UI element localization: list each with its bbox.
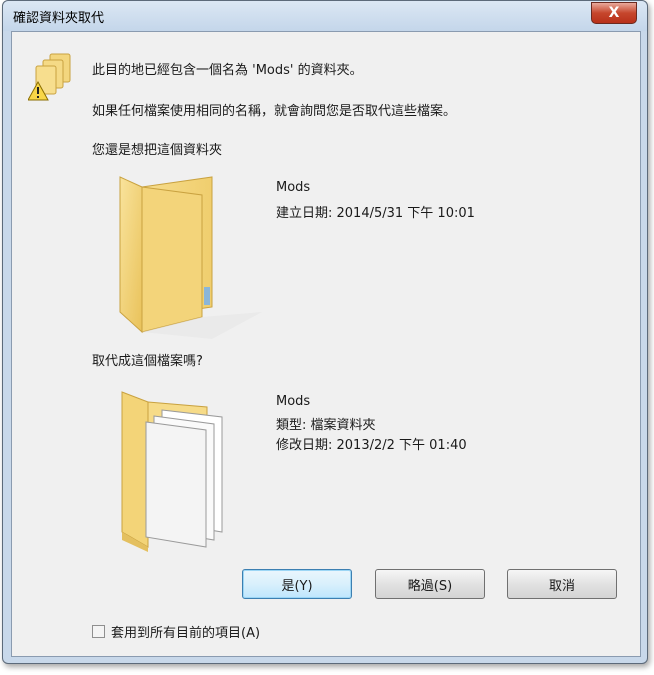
apply-all-label[interactable]: 套用到所有目前的項目(A) [111,622,260,641]
replace-question: 取代成這個檔案嗎? [92,354,203,369]
apply-all-checkbox[interactable] [92,625,105,638]
existing-folder-name: Mods [276,180,311,195]
incoming-folder-type: 類型: 檔案資料夾 [276,418,376,433]
existing-folder-created: 建立日期: 2014/5/31 下午 10:01 [276,206,475,221]
title-bar[interactable]: 確認資料夾取代 X [3,1,647,31]
close-icon: X [608,5,620,21]
skip-button[interactable]: 略過(S) [375,569,485,599]
dialog-body: 此目的地已經包含一個名為 'Mods' 的資料夾。 如果任何檔案使用相同的名稱，… [11,31,641,657]
window-title: 確認資料夾取代 [13,11,105,26]
incoming-folder-name: Mods [276,394,311,409]
incoming-folder-modified: 修改日期: 2013/2/2 下午 01:40 [276,438,467,453]
incoming-folder-icon[interactable] [112,382,242,552]
message-conflict: 如果任何檔案使用相同的名稱，就會詢問您是否取代這些檔案。 [92,104,457,119]
dialog-window: 確認資料夾取代 X 此目的地已經包含一個名為 'Mods' 的資料夾。 如果任何… [2,0,648,664]
folder-warning-icon [28,53,71,101]
apply-all-row[interactable]: 套用到所有目前的項目(A) [92,622,260,641]
cancel-button[interactable]: 取消 [507,569,617,599]
yes-button[interactable]: 是(Y) [242,569,352,599]
existing-folder-icon[interactable] [112,167,262,339]
message-question: 您還是想把這個資料夾 [92,143,223,158]
message-exists: 此目的地已經包含一個名為 'Mods' 的資料夾。 [92,63,363,78]
close-button[interactable]: X [591,2,637,24]
